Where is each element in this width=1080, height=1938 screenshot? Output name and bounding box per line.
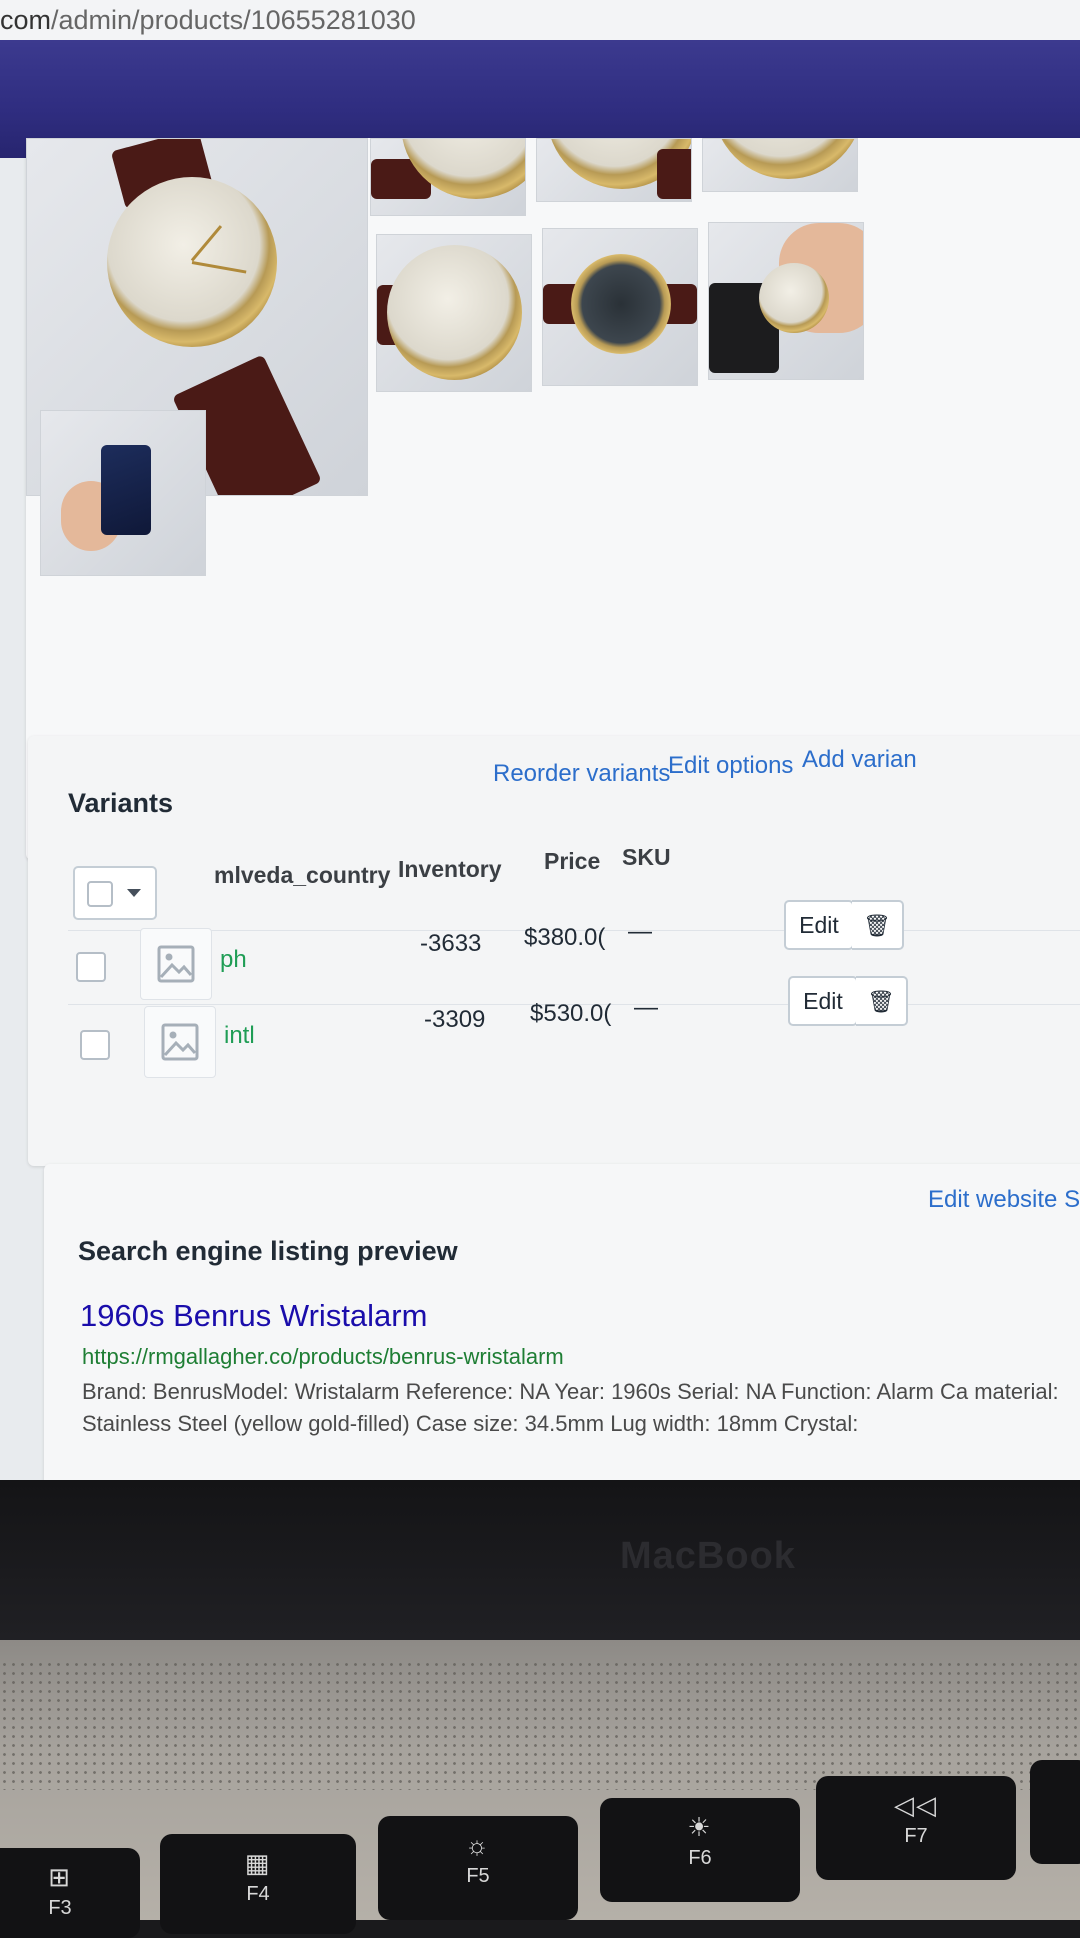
keyboard-brightness-up-icon: ☀ xyxy=(687,1812,713,1842)
variant-sku: — xyxy=(634,994,658,1021)
variant-image-placeholder[interactable] xyxy=(144,1006,216,1078)
launchpad-icon: ▦ xyxy=(244,1848,272,1878)
rewind-icon: ◁◁ xyxy=(894,1790,938,1820)
speaker-grille xyxy=(0,1660,1080,1790)
trash-icon: 🗑 xyxy=(863,913,891,938)
seo-card-title: Search engine listing preview xyxy=(78,1236,458,1266)
trash-icon: 🗑 xyxy=(867,989,895,1014)
product-page: Variants Reorder variants Edit options A… xyxy=(0,138,1080,1490)
variant-row-checkbox[interactable] xyxy=(80,1030,110,1060)
edit-variant-button[interactable]: Edit xyxy=(788,976,858,1026)
header-option: mlveda_country xyxy=(214,862,391,888)
keyboard-brightness-down-icon: ☼ xyxy=(465,1830,491,1860)
header-price: Price xyxy=(544,848,601,874)
add-variant-link[interactable]: Add varian xyxy=(802,746,917,774)
header-inventory: Inventory xyxy=(398,856,502,882)
key-f6[interactable]: ☀ F6 xyxy=(600,1798,800,1902)
bulk-select-dropdown[interactable] xyxy=(73,866,157,920)
variant-row-checkbox[interactable] xyxy=(76,952,106,982)
seo-page-title: 1960s Benrus Wristalarm xyxy=(80,1298,428,1333)
delete-variant-button[interactable]: 🗑 xyxy=(852,900,904,950)
product-image-3[interactable] xyxy=(536,138,692,202)
reorder-variants-link[interactable]: Reorder variants xyxy=(493,760,670,788)
url-host: com xyxy=(0,5,52,35)
variants-title: Variants xyxy=(68,788,174,818)
key-f8[interactable] xyxy=(1030,1760,1080,1864)
header-sku: SKU xyxy=(622,844,671,870)
key-f5[interactable]: ☼ F5 xyxy=(378,1816,578,1920)
variant-option-value: intl xyxy=(224,1022,255,1049)
variant-image-placeholder[interactable] xyxy=(140,928,212,1000)
mission-control-icon: ⊞ xyxy=(48,1862,72,1892)
screen: com/admin/products/10655281030 Variants … xyxy=(0,0,1080,1490)
laptop-brand: MacBook xyxy=(620,1535,796,1577)
laptop-bezel xyxy=(0,1480,1080,1640)
product-image-8[interactable] xyxy=(40,410,206,576)
product-image-7[interactable] xyxy=(708,222,864,380)
edit-variant-button[interactable]: Edit xyxy=(784,900,854,950)
key-f4[interactable]: ▦ F4 xyxy=(160,1834,356,1934)
product-image-2[interactable] xyxy=(370,138,526,216)
edit-website-seo-link[interactable]: Edit website S xyxy=(928,1186,1080,1214)
edit-options-link[interactable]: Edit options xyxy=(668,752,793,780)
delete-variant-button[interactable]: 🗑 xyxy=(856,976,908,1026)
variant-price: $380.0( xyxy=(524,924,606,951)
select-all-checkbox[interactable] xyxy=(87,881,113,907)
variants-card: Variants Reorder variants Edit options A… xyxy=(28,736,1080,1166)
variant-inventory: -3633 xyxy=(420,930,482,957)
variant-price: $530.0( xyxy=(530,1000,612,1027)
key-f3[interactable]: ⊞ F3 xyxy=(0,1848,140,1938)
seo-description: Brand: BenrusModel: Wristalarm Reference… xyxy=(82,1379,1059,1436)
product-image-4[interactable] xyxy=(702,138,858,192)
key-f7[interactable]: ◁◁ F7 xyxy=(816,1776,1016,1880)
product-image-6[interactable] xyxy=(542,228,698,386)
seo-url: https://rmgallagher.co/products/benrus-w… xyxy=(82,1344,564,1369)
image-icon xyxy=(161,1023,199,1061)
image-icon xyxy=(157,945,195,983)
product-image-5[interactable] xyxy=(376,234,532,392)
seo-preview-card: Edit website S Search engine listing pre… xyxy=(44,1164,1080,1490)
url-path: /admin/products/10655281030 xyxy=(51,5,416,35)
address-bar[interactable]: com/admin/products/10655281030 xyxy=(0,0,1080,40)
variant-sku: — xyxy=(628,918,652,945)
variant-inventory: -3309 xyxy=(424,1006,486,1033)
variant-option-value: ph xyxy=(220,946,247,973)
chevron-down-icon xyxy=(127,889,141,897)
